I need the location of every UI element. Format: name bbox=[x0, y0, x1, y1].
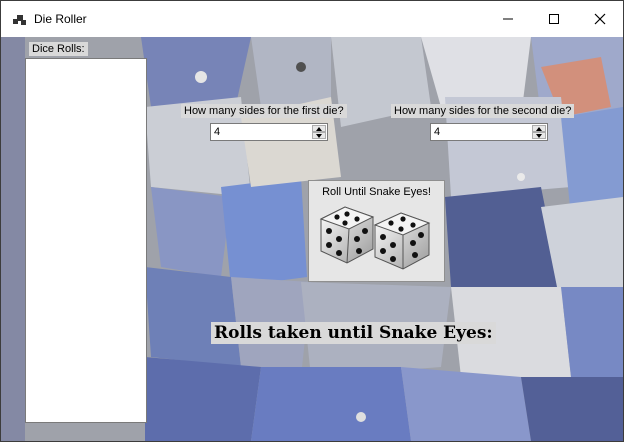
close-button[interactable] bbox=[577, 1, 623, 37]
dice-rolls-label: Dice Rolls: bbox=[29, 42, 88, 56]
second-die-up-button[interactable] bbox=[532, 125, 546, 132]
chevron-down-icon bbox=[536, 133, 542, 138]
second-die-value: 4 bbox=[434, 126, 441, 138]
first-die-label: How many sides for the first die? bbox=[181, 104, 347, 118]
second-die-down-button[interactable] bbox=[532, 132, 546, 139]
dice-icon bbox=[319, 206, 431, 270]
chevron-down-icon bbox=[316, 133, 322, 138]
maximize-icon bbox=[549, 14, 559, 24]
second-die-label: How many sides for the second die? bbox=[391, 104, 575, 118]
first-die-spin-buttons bbox=[312, 125, 326, 139]
rolls-taken-result-label: Rolls taken until Snake Eyes: bbox=[211, 322, 496, 344]
chevron-up-icon bbox=[316, 126, 322, 131]
roll-until-snake-eyes-button[interactable]: Roll Until Snake Eyes! bbox=[308, 180, 445, 282]
die-roller-window: Die Roller Dice Rolls: How many sides fo… bbox=[0, 0, 624, 442]
form-client-area: Dice Rolls: How many sides for the first… bbox=[1, 37, 623, 441]
minimize-button[interactable] bbox=[485, 1, 531, 37]
first-die-up-button[interactable] bbox=[312, 125, 326, 132]
roll-button-label: Roll Until Snake Eyes! bbox=[322, 186, 431, 198]
chevron-up-icon bbox=[536, 126, 542, 131]
second-die-spin-buttons bbox=[532, 125, 546, 139]
first-die-value: 4 bbox=[214, 126, 221, 138]
app-icon bbox=[13, 13, 27, 27]
title-bar[interactable]: Die Roller bbox=[1, 1, 623, 37]
maximize-button[interactable] bbox=[531, 1, 577, 37]
close-icon bbox=[594, 13, 606, 25]
second-die-stepper[interactable]: 4 bbox=[430, 123, 548, 141]
first-die-stepper[interactable]: 4 bbox=[210, 123, 328, 141]
minimize-icon bbox=[503, 18, 513, 20]
window-title: Die Roller bbox=[34, 12, 87, 26]
first-die-down-button[interactable] bbox=[312, 132, 326, 139]
dice-rolls-listbox[interactable] bbox=[25, 58, 147, 423]
